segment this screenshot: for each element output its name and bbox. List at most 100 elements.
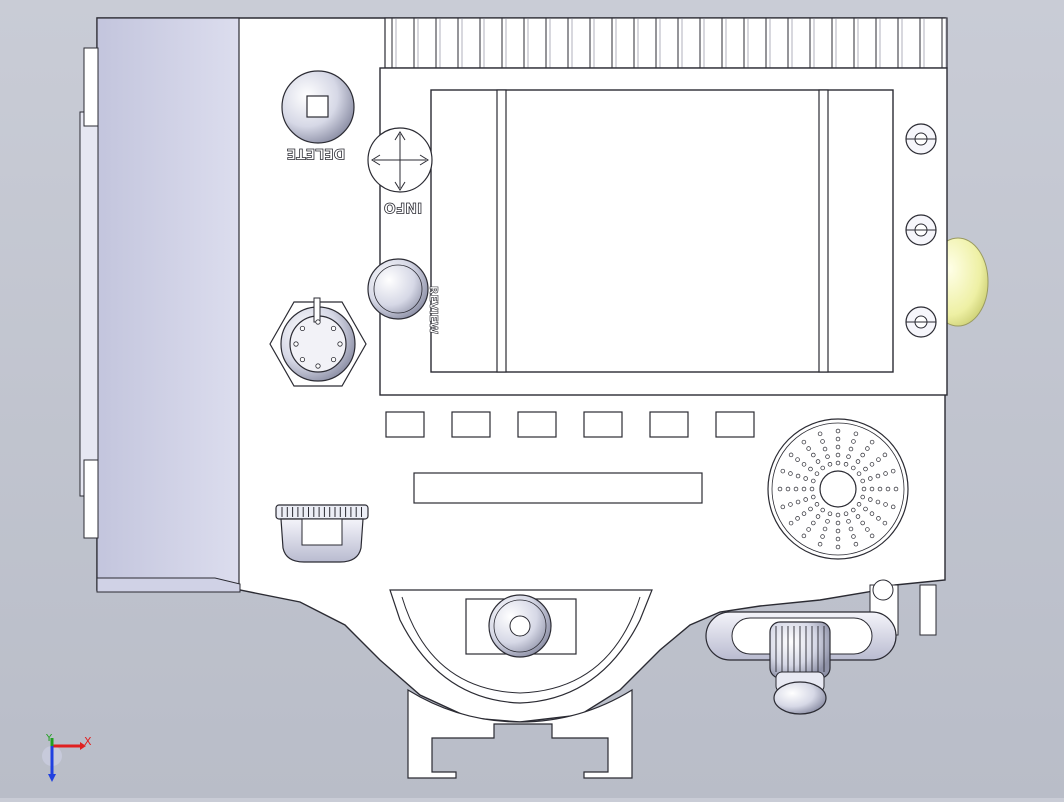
speaker-hole — [861, 486, 867, 492]
connector-pin — [299, 356, 306, 363]
speaker-hole — [893, 486, 899, 492]
speaker-hole — [803, 497, 808, 502]
speaker-hole — [846, 519, 851, 524]
speaker-hole — [808, 466, 813, 472]
coordinate-triad: X Y — [42, 733, 92, 782]
speaker-hole — [876, 516, 881, 521]
connector-pin — [337, 341, 343, 347]
review-label: REVIEW — [427, 286, 440, 334]
soft-key-button[interactable] — [649, 411, 689, 438]
speaker-hole — [820, 534, 825, 539]
speaker-hole — [801, 533, 807, 539]
lcd-left-strip — [496, 89, 507, 373]
speaker-hole — [827, 462, 833, 467]
speaker-hole — [865, 527, 870, 532]
speaker-hole — [855, 459, 861, 464]
cad-viewport: DELETE INFO REVIEW X Y — [0, 0, 1064, 798]
speaker-hole — [882, 520, 888, 526]
speaker-hole — [820, 439, 825, 444]
speaker-hole — [851, 439, 856, 444]
speaker-hole — [795, 499, 801, 505]
side-panel-tab-top — [83, 47, 99, 127]
speaker-hole — [822, 526, 828, 532]
speaker-hole — [822, 446, 828, 452]
side-panel-foot — [96, 577, 241, 593]
info-nav-pad[interactable] — [367, 127, 433, 193]
speaker-hole — [801, 511, 807, 516]
speaker-hole — [853, 541, 859, 547]
mode-dial[interactable] — [275, 504, 369, 563]
speaker-hole — [825, 454, 830, 459]
soft-key-button[interactable] — [583, 411, 623, 438]
connector-pin — [299, 325, 306, 332]
speaker-hole — [835, 512, 841, 518]
speaker-hole — [848, 446, 854, 452]
speaker-hole — [851, 465, 856, 471]
speaker-hole — [811, 452, 816, 458]
speaker-hole — [795, 457, 800, 462]
speaker-hole — [860, 478, 865, 484]
connector-pin — [293, 341, 299, 347]
vent-fin-block — [384, 17, 948, 69]
speaker-hole — [795, 516, 800, 521]
speaker-hole — [856, 502, 862, 507]
speaker-hole — [811, 494, 816, 500]
speaker-hole — [856, 471, 862, 476]
speaker-hole — [806, 527, 811, 532]
speaker-hole — [851, 534, 856, 539]
speaker-hole — [883, 502, 888, 507]
speaker-hole — [835, 452, 841, 458]
speaker-hole — [860, 494, 865, 500]
speaker-hole — [801, 462, 807, 467]
speaker-hole — [788, 471, 793, 476]
speaker-grille — [767, 418, 909, 560]
soft-key-button[interactable] — [451, 411, 491, 438]
soft-key-button[interactable] — [517, 411, 557, 438]
speaker-hole — [890, 468, 896, 474]
screw-bottom — [905, 306, 937, 338]
speaker-hole — [863, 466, 868, 472]
speaker-hole — [814, 471, 820, 476]
connector-pin — [315, 319, 321, 325]
speaker-hole — [811, 520, 816, 526]
soft-key-button[interactable] — [715, 411, 755, 438]
speaker-hole — [835, 436, 841, 442]
speaker-hole — [869, 439, 875, 445]
speaker-hole — [865, 446, 870, 451]
speaker-hole — [788, 520, 794, 526]
card-slot[interactable] — [413, 472, 703, 504]
speaker-hole — [835, 544, 841, 550]
speaker-hole — [869, 533, 875, 539]
speaker-hole — [820, 507, 825, 513]
speaker-hole — [860, 452, 865, 458]
speaker-hole — [788, 502, 793, 507]
soft-key-button[interactable] — [385, 411, 425, 438]
speaker-hole — [803, 476, 808, 481]
speaker-hole — [777, 486, 783, 492]
speaker-hole — [877, 486, 883, 492]
review-button[interactable] — [367, 258, 429, 320]
speaker-hole — [817, 431, 823, 437]
speaker-hole — [835, 428, 841, 434]
speaker-hole — [801, 439, 807, 445]
speaker-hole — [890, 504, 896, 510]
speaker-hole — [869, 486, 875, 492]
delete-button[interactable] — [281, 70, 355, 144]
speaker-hole — [869, 462, 875, 467]
screw-middle — [905, 214, 937, 246]
speaker-hole — [814, 502, 820, 507]
speaker-hole — [876, 457, 881, 462]
connector-pin — [330, 325, 337, 332]
speaker-hole — [835, 536, 841, 542]
speaker-hole — [835, 528, 841, 534]
speaker-hole — [868, 497, 873, 502]
speaker-hole — [868, 476, 873, 481]
focus-knob[interactable] — [769, 621, 831, 715]
side-panel — [96, 17, 240, 591]
delete-label: DELETE — [287, 145, 346, 161]
speaker-hole — [793, 486, 799, 492]
connector-pin — [315, 363, 321, 369]
speaker-hole — [851, 507, 856, 513]
speaker-hole — [815, 514, 821, 519]
speaker-hole — [835, 460, 841, 466]
